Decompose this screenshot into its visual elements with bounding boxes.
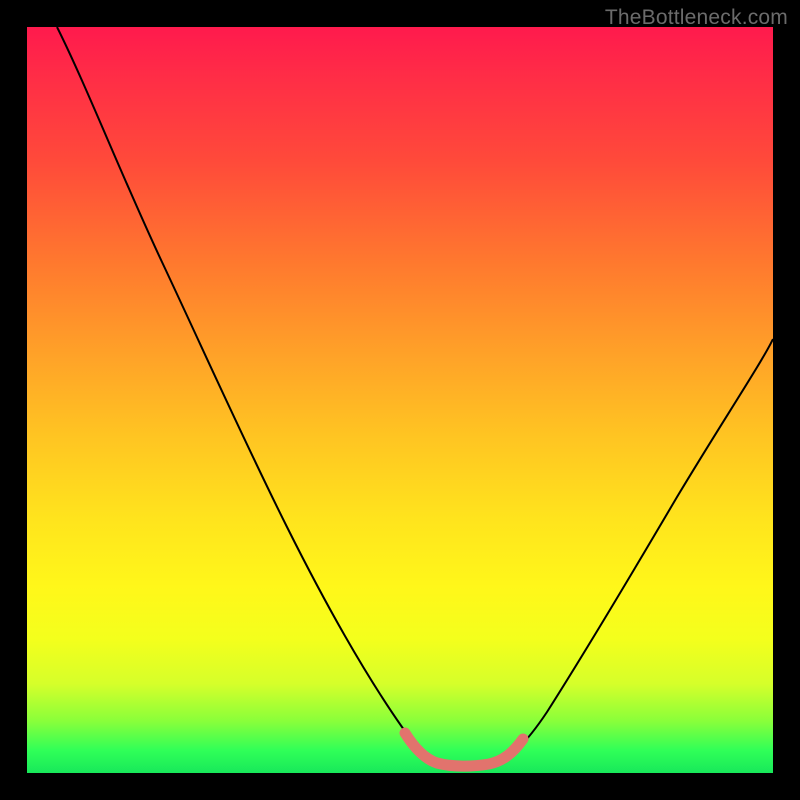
trough-highlight [405,733,523,766]
plot-area [27,27,773,773]
chart-frame: TheBottleneck.com [0,0,800,800]
chart-svg [27,27,773,773]
main-curve [57,27,773,766]
watermark-text: TheBottleneck.com [605,6,788,30]
